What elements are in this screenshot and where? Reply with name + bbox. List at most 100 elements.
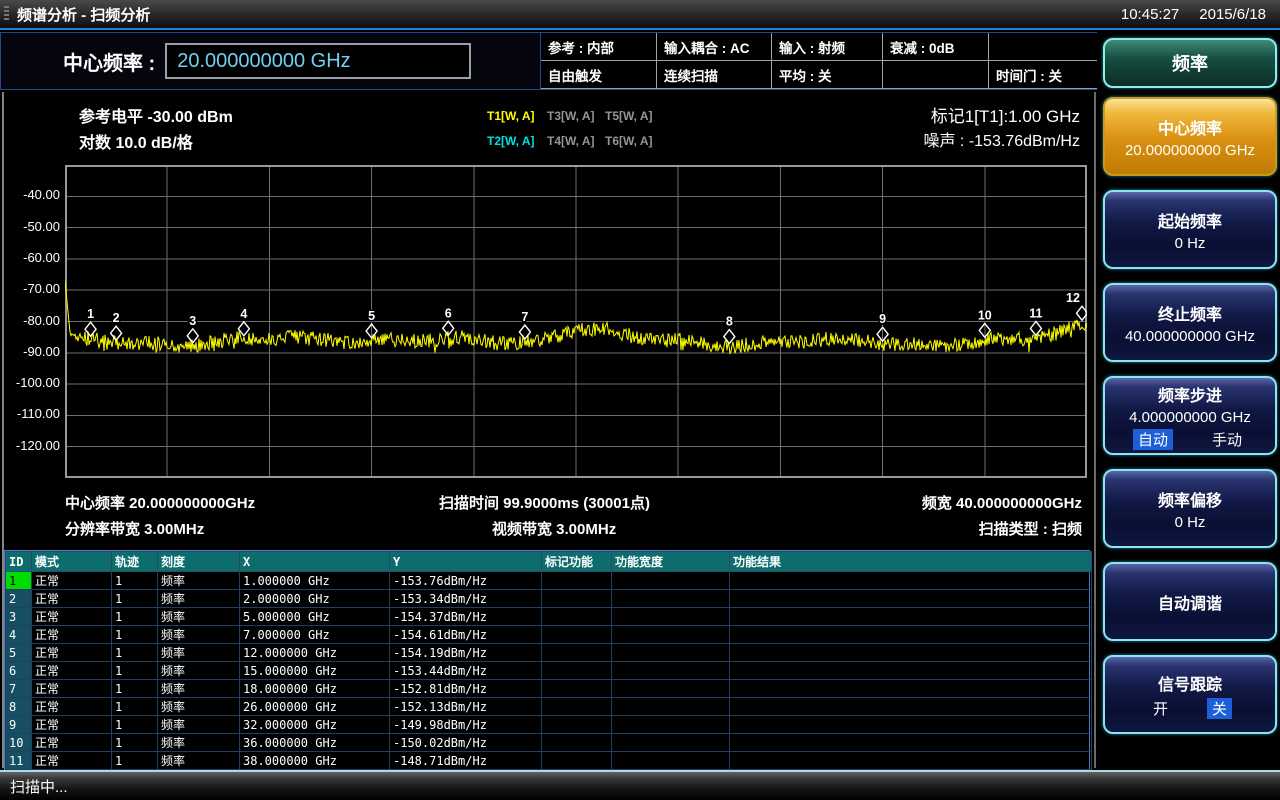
cell-func — [542, 680, 612, 698]
toggle-option-auto[interactable]: 自动 — [1133, 429, 1173, 450]
cell-scale: 频率 — [158, 752, 240, 770]
cell-trace: 1 — [112, 716, 158, 734]
marker-8[interactable]: 8 — [724, 315, 735, 344]
softkey-start-frequency[interactable]: 起始频率 0 Hz — [1103, 190, 1277, 269]
cell-result — [730, 572, 1092, 590]
cell-result — [730, 590, 1092, 608]
marker-7[interactable]: 7 — [519, 310, 530, 339]
cell-trace: 1 — [112, 662, 158, 680]
softkey-frequency-offset[interactable]: 频率偏移 0 Hz — [1103, 469, 1277, 548]
marker-table-row[interactable]: 5正常1频率12.000000 GHz-154.19dBm/Hz — [6, 644, 1092, 662]
marker-table-row[interactable]: 4正常1频率7.000000 GHz-154.61dBm/Hz — [6, 626, 1092, 644]
cell-x: 7.000000 GHz — [240, 626, 390, 644]
center-frequency-label: 中心频率 : — [63, 47, 155, 76]
footer-sweep-time: 扫描时间 99.9000ms (30001点) — [439, 492, 650, 513]
trace-label-t5[interactable]: T5[W, A] — [605, 109, 653, 123]
marker-11[interactable]: 11 — [1029, 306, 1042, 335]
cell-x: 5.000000 GHz — [240, 608, 390, 626]
marker-table-row[interactable]: 2正常1频率2.000000 GHz-153.34dBm/Hz — [6, 590, 1092, 608]
y-axis-tick: -110.00 — [4, 406, 60, 421]
status-grid: 参考 : 内部 输入耦合 : AC 输入 : 射频 衰减 : 0dB 自由触发 … — [541, 33, 1097, 89]
footer-rbw: 分辨率带宽 3.00MHz — [65, 518, 204, 539]
marker-table-row[interactable]: 8正常1频率26.000000 GHz-152.13dBm/Hz — [6, 698, 1092, 716]
cell-func — [542, 626, 612, 644]
cell-scale: 频率 — [158, 626, 240, 644]
cell-id: 4 — [6, 626, 32, 644]
trace-label-t2[interactable]: T2[W, A] — [487, 134, 535, 148]
softkey-frequency-step[interactable]: 频率步进 4.000000000 GHz 自动 手动 — [1103, 376, 1277, 455]
toggle-option-off[interactable]: 关 — [1207, 698, 1232, 719]
marker-12[interactable]: 12 — [1066, 291, 1087, 320]
status-empty-2 — [883, 61, 988, 88]
marker-diamond-icon — [85, 322, 96, 336]
cell-trace: 1 — [112, 698, 158, 716]
marker-table-row[interactable]: 6正常1频率15.000000 GHz-153.44dBm/Hz — [6, 662, 1092, 680]
column-header-mode: 模式 — [32, 552, 112, 572]
cell-id: 1 — [6, 572, 32, 590]
softkey-center-frequency[interactable]: 中心频率 20.000000000 GHz — [1103, 97, 1277, 176]
marker-diamond-icon — [1030, 321, 1041, 335]
cell-mode: 正常 — [32, 698, 112, 716]
cell-id: 5 — [6, 644, 32, 662]
cell-width — [612, 734, 730, 752]
column-header-y: Y — [390, 552, 542, 572]
softkey-auto-tune[interactable]: 自动调谐 — [1103, 562, 1277, 641]
marker-table-row[interactable]: 9正常1频率32.000000 GHz-149.98dBm/Hz — [6, 716, 1092, 734]
cell-scale: 频率 — [158, 716, 240, 734]
y-axis-tick: -70.00 — [4, 281, 60, 296]
cell-mode: 正常 — [32, 752, 112, 770]
softkey-stop-frequency[interactable]: 终止频率 40.000000000 GHz — [1103, 283, 1277, 362]
column-header-x: X — [240, 552, 390, 572]
cell-id: 8 — [6, 698, 32, 716]
toggle-option-on[interactable]: 开 — [1148, 698, 1173, 719]
softkey-signal-tracking[interactable]: 信号跟踪 开 关 — [1103, 655, 1277, 734]
status-input-coupling: 输入耦合 : AC — [657, 33, 771, 60]
cell-x: 36.000000 GHz — [240, 734, 390, 752]
cell-result — [730, 644, 1092, 662]
cell-width — [612, 680, 730, 698]
status-attenuation: 衰减 : 0dB — [883, 33, 988, 60]
y-axis-tick: -50.00 — [4, 219, 60, 234]
cell-trace: 1 — [112, 752, 158, 770]
cell-result — [730, 734, 1092, 752]
center-frequency-input[interactable]: 20.000000000 GHz — [165, 43, 471, 79]
marker-number-label: 9 — [879, 312, 886, 326]
column-header-width: 功能宽度 — [612, 552, 730, 572]
cell-mode: 正常 — [32, 608, 112, 626]
cell-mode: 正常 — [32, 716, 112, 734]
status-bar-text: 扫描中... — [10, 776, 68, 797]
marker-table-row[interactable]: 11正常1频率38.000000 GHz-148.71dBm/Hz — [6, 752, 1092, 770]
cell-width — [612, 608, 730, 626]
toggle-option-manual[interactable]: 手动 — [1207, 429, 1247, 450]
trace-label-t4[interactable]: T4[W, A] — [547, 134, 595, 148]
marker-table-row[interactable]: 7正常1频率18.000000 GHz-152.81dBm/Hz — [6, 680, 1092, 698]
status-sweep-mode: 连续扫描 — [657, 61, 771, 88]
status-bar: 扫描中... — [0, 770, 1280, 800]
marker-readout-frequency: 标记1[T1]:1.00 GHz — [923, 102, 1080, 127]
cell-scale: 频率 — [158, 662, 240, 680]
trace-label-t6[interactable]: T6[W, A] — [605, 134, 653, 148]
cell-func — [542, 698, 612, 716]
marker-2[interactable]: 2 — [111, 311, 122, 340]
trace-label-t3[interactable]: T3[W, A] — [547, 109, 595, 123]
marker-table-row[interactable]: 3正常1频率5.000000 GHz-154.37dBm/Hz — [6, 608, 1092, 626]
cell-x: 26.000000 GHz — [240, 698, 390, 716]
cell-mode: 正常 — [32, 590, 112, 608]
cell-id: 10 — [6, 734, 32, 752]
sidebar-header-frequency[interactable]: 频率 — [1103, 38, 1277, 88]
marker-table-row[interactable]: 1正常1频率1.000000 GHz-153.76dBm/Hz — [6, 572, 1092, 590]
date-text: 2015/6/18 — [1199, 6, 1266, 23]
marker-table-container: ID模式轨迹刻度XY标记功能功能宽度功能结果 1正常1频率1.000000 GH… — [4, 550, 1090, 789]
cell-result — [730, 752, 1092, 770]
cell-x: 1.000000 GHz — [240, 572, 390, 590]
marker-table-row[interactable]: 10正常1频率36.000000 GHz-150.02dBm/Hz — [6, 734, 1092, 752]
cell-width — [612, 644, 730, 662]
marker-6[interactable]: 6 — [443, 306, 454, 335]
trace-label-t1[interactable]: T1[W, A] — [487, 109, 535, 123]
marker-3[interactable]: 3 — [187, 314, 198, 343]
status-input: 输入 : 射频 — [772, 33, 882, 60]
cell-width — [612, 572, 730, 590]
cell-result — [730, 680, 1092, 698]
footer-vbw: 视频带宽 3.00MHz — [492, 518, 616, 539]
cell-trace: 1 — [112, 626, 158, 644]
